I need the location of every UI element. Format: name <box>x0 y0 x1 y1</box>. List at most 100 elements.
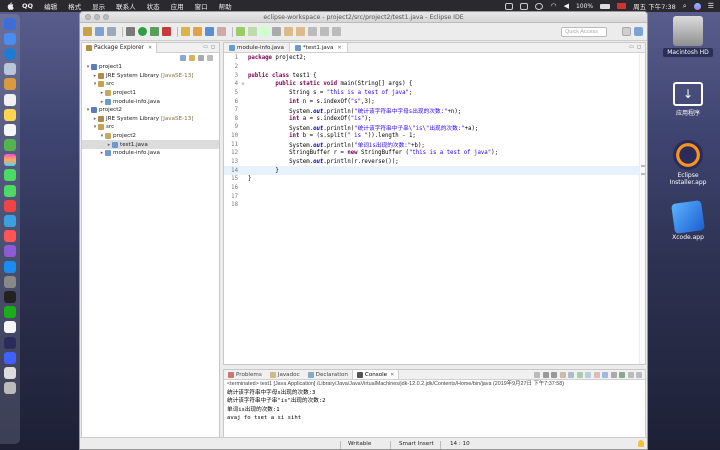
back-icon[interactable] <box>320 27 329 36</box>
block-selection-icon[interactable] <box>272 27 281 36</box>
coverage-icon[interactable] <box>150 27 159 36</box>
view-menu-icon[interactable] <box>207 55 213 61</box>
tree-item[interactable]: ▾ project2 <box>82 132 219 141</box>
last-edit-icon[interactable] <box>308 27 317 36</box>
tab-package-explorer[interactable]: Package Explorer ✕ <box>82 42 158 53</box>
menu-app-qq[interactable]: QQ <box>22 2 33 10</box>
messages-icon[interactable] <box>4 169 16 182</box>
debug-icon[interactable] <box>126 27 135 36</box>
new-class-icon[interactable] <box>205 27 214 36</box>
external-tools-icon[interactable] <box>162 27 171 36</box>
siri-icon[interactable] <box>693 2 701 10</box>
remove-all-icon[interactable] <box>551 372 557 378</box>
display-icon[interactable] <box>520 2 529 10</box>
save-all-icon[interactable] <box>107 27 116 36</box>
new-java-project-icon[interactable] <box>181 27 190 36</box>
link-with-editor-icon[interactable] <box>189 55 195 61</box>
sync-icon[interactable] <box>535 2 544 10</box>
forward-icon[interactable] <box>332 27 341 36</box>
desktop-icon-eclipse-installer[interactable]: Eclipse Installer.app <box>660 140 716 186</box>
toggle-mark-icon[interactable] <box>248 27 257 36</box>
maximize-icon[interactable]: ◻ <box>211 44 215 50</box>
code-line[interactable]: 9 System.out.println("统计该字符串中子串\"is\"出现的… <box>224 123 639 132</box>
podcasts-icon[interactable] <box>4 245 16 258</box>
window-titlebar[interactable]: eclipse-workspace - project2/src/project… <box>80 12 647 23</box>
maximize-icon[interactable] <box>636 372 642 378</box>
previous-annotation-icon[interactable] <box>296 27 305 36</box>
tree-item[interactable]: ▸ module-info.java <box>82 97 219 106</box>
tree-item[interactable]: ▸ test1.java <box>82 140 219 149</box>
input-source-icon[interactable] <box>617 3 627 9</box>
reminders-icon[interactable] <box>4 123 16 136</box>
code-line[interactable]: 15} <box>224 175 639 184</box>
collapse-all-icon[interactable] <box>180 55 186 61</box>
new-package-icon[interactable] <box>193 27 202 36</box>
code-line[interactable]: 7 System.out.println("统计该字符串中字母s出现的次数:"+… <box>224 106 639 115</box>
tree-item[interactable]: ▸ JRE System Library [JavaSE-13] <box>82 115 219 124</box>
tree-item[interactable]: ▾ src <box>82 123 219 132</box>
close-icon[interactable]: ✕ <box>148 45 152 51</box>
editor-tab-module-info[interactable]: module-info.java <box>224 43 290 52</box>
tree-item[interactable]: ▾ project1 <box>82 63 219 72</box>
show-whitespace-icon[interactable] <box>260 27 269 36</box>
java-perspective-icon[interactable] <box>634 27 643 36</box>
menu-view[interactable]: 显示 <box>92 1 105 11</box>
overview-marker[interactable] <box>641 165 645 167</box>
code-line[interactable]: 13 System.out.println(r.reverse()); <box>224 158 639 167</box>
code-text-area[interactable]: 1 package project2; 2 3 public class test1 {… <box>224 54 639 364</box>
tab-problems[interactable]: Problems <box>224 370 266 379</box>
battery-icon[interactable] <box>600 3 611 9</box>
eclipse-icon[interactable] <box>4 336 16 349</box>
menu-help[interactable]: 帮助 <box>219 1 232 11</box>
wechat-icon[interactable] <box>4 306 16 319</box>
desktop-icon-xcode[interactable]: Xcode.app <box>663 200 713 241</box>
tree-item[interactable]: ▸ JRE System Library [JavaSE-13] <box>82 72 219 81</box>
tree-item[interactable]: ▸ project1 <box>82 89 219 98</box>
code-line[interactable]: 6 int n = s.indexOf("s",3); <box>224 97 639 106</box>
wifi-icon[interactable]: ◠ <box>550 2 556 10</box>
editor-tab-test1[interactable]: *test1.java ✕ <box>289 43 348 52</box>
menu-format[interactable]: 格式 <box>68 1 81 11</box>
search-icon[interactable]: ⌕ <box>683 2 687 11</box>
tree-item[interactable]: ▾ src <box>82 80 219 89</box>
code-line[interactable]: 5 String s = "this is a test of java"; <box>224 89 639 98</box>
vpn-icon[interactable] <box>4 351 16 364</box>
launchpad-icon[interactable] <box>4 32 16 45</box>
focus-icon[interactable] <box>198 55 204 61</box>
open-perspective-icon[interactable] <box>622 27 631 36</box>
trash-icon[interactable] <box>4 382 16 395</box>
show-on-stderr-icon[interactable] <box>593 372 600 378</box>
notification-center-icon[interactable]: ☰ <box>708 2 714 10</box>
battery-percentage[interactable]: 100% <box>576 3 593 10</box>
maps-icon[interactable] <box>4 139 16 152</box>
word-wrap-icon[interactable] <box>576 372 583 378</box>
tip-icon[interactable] <box>638 440 644 447</box>
code-line[interactable]: 14 } <box>224 166 639 175</box>
safari-icon[interactable] <box>4 47 16 60</box>
clock[interactable]: 周五 下午7:38 <box>633 1 676 11</box>
display-console-icon[interactable] <box>610 372 617 378</box>
mail-icon[interactable] <box>4 63 16 76</box>
calendar-icon[interactable] <box>4 93 16 106</box>
close-icon[interactable]: ✕ <box>337 45 341 51</box>
menu-edit[interactable]: 编辑 <box>44 1 57 11</box>
stocks-icon[interactable] <box>4 215 16 228</box>
maximize-icon[interactable]: ◻ <box>637 44 641 50</box>
tab-console[interactable]: Console ✕ <box>351 370 400 379</box>
scroll-lock-icon[interactable] <box>568 372 574 378</box>
menu-contacts[interactable]: 联系人 <box>116 1 136 11</box>
code-line[interactable]: 17 <box>224 192 639 201</box>
quick-access-field[interactable]: Quick Access <box>561 27 607 37</box>
system-preferences-icon[interactable] <box>4 275 16 288</box>
close-icon[interactable]: ✕ <box>390 372 394 378</box>
apple-menu-icon[interactable] <box>6 2 14 10</box>
open-type-icon[interactable] <box>217 27 226 36</box>
volume-icon[interactable]: ◀ <box>564 2 569 10</box>
new-icon[interactable] <box>83 27 92 36</box>
contacts-icon[interactable] <box>4 78 16 91</box>
code-line[interactable]: 4 ⊖ public static void main(String[] args… <box>224 80 639 89</box>
code-line[interactable]: 3 public class test1 { <box>224 71 639 80</box>
music-icon[interactable] <box>4 230 16 243</box>
screen-icon[interactable] <box>505 2 514 10</box>
code-line[interactable]: 16 <box>224 184 639 193</box>
